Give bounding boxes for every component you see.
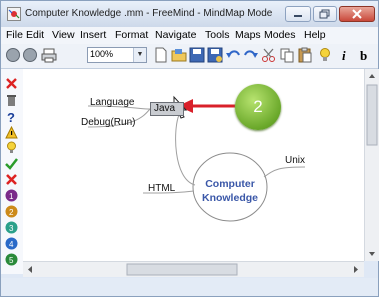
save-as-icon[interactable] (207, 47, 223, 63)
italic-icon[interactable]: i (337, 47, 353, 63)
next-map-icon[interactable] (22, 47, 38, 63)
idea-icon[interactable] (317, 47, 333, 63)
svg-text:b: b (360, 48, 367, 63)
remove-icon[interactable] (5, 77, 18, 90)
svg-text:3: 3 (9, 224, 14, 233)
close-button[interactable] (339, 6, 375, 22)
menu-edit[interactable]: Edit (26, 29, 44, 41)
bold-icon[interactable]: b (357, 47, 373, 63)
scroll-left-arrow-icon (28, 266, 32, 273)
checkmark-icon[interactable] (5, 157, 18, 170)
node-java-selected[interactable]: Java (150, 102, 184, 116)
menu-help[interactable]: Help (304, 29, 326, 41)
warning-icon[interactable] (5, 126, 18, 139)
scroll-right-arrow-icon (354, 266, 358, 273)
root-line-2: Knowledge (201, 192, 258, 204)
priority-4-icon[interactable]: 4 (5, 237, 18, 250)
toolbar: 100% ▼ i b (1, 44, 378, 69)
cut-icon[interactable] (261, 47, 277, 63)
minimize-icon (294, 15, 302, 17)
menu-tools[interactable]: Tools (205, 29, 230, 41)
new-icon[interactable] (153, 47, 169, 63)
vertical-scrollbar-parts (366, 74, 378, 256)
horizontal-scroll-thumb (126, 263, 238, 276)
root-line-1: Computer (205, 178, 255, 190)
chevron-down-icon[interactable]: ▼ (133, 48, 146, 62)
redo-icon[interactable] (243, 47, 259, 63)
idea-icon[interactable] (5, 141, 18, 154)
svg-text:?: ? (7, 110, 15, 123)
menu-bar: File Edit View Insert Format Navigate To… (1, 27, 378, 44)
step-badge: 2 (235, 84, 281, 130)
step-badge-number: 2 (253, 97, 263, 116)
freemind-window: Computer Knowledge .mm - FreeMind - Mind… (0, 0, 379, 297)
horizontal-scrollbar[interactable] (23, 261, 364, 277)
priority-2-icon[interactable]: 2 (5, 205, 18, 218)
restore-icon (319, 9, 330, 19)
trash-icon[interactable] (5, 94, 18, 107)
open-icon[interactable] (171, 47, 187, 63)
close-icon (352, 9, 362, 19)
zoom-select[interactable]: 100% ▼ (87, 47, 147, 63)
freemind-app-icon (7, 7, 21, 21)
question-icon[interactable]: ? (5, 110, 18, 123)
cross-icon[interactable] (5, 173, 18, 186)
svg-text:1: 1 (9, 192, 14, 201)
priority-1-icon[interactable]: 1 (5, 189, 18, 202)
maximize-button[interactable] (313, 6, 337, 22)
title-bar: Computer Knowledge .mm - FreeMind - Mind… (1, 1, 378, 27)
scroll-up-arrow-icon (369, 74, 375, 78)
priority-5-icon[interactable]: 5 (5, 253, 18, 266)
status-bar (1, 278, 378, 296)
mindmap-edges (87, 95, 306, 222)
svg-text:2: 2 (9, 208, 14, 217)
edge-root-unix (263, 166, 306, 178)
print-icon[interactable] (41, 47, 57, 63)
priority-3-icon[interactable]: 3 (5, 221, 18, 234)
svg-text:5: 5 (9, 256, 14, 265)
node-unix[interactable]: Unix (285, 155, 305, 166)
copy-icon[interactable] (279, 47, 295, 63)
minimize-button[interactable] (285, 6, 311, 22)
save-icon[interactable] (189, 47, 205, 63)
mindmap-canvas[interactable]: Language Debug(Run) Java HTML Unix Compu… (23, 69, 364, 261)
undo-icon[interactable] (225, 47, 241, 63)
menu-insert[interactable]: Insert (80, 29, 106, 41)
icon-sidebar: ? 1 2 3 4 5 (1, 69, 24, 274)
vertical-scrollbar[interactable] (364, 69, 379, 261)
window-title: Computer Knowledge .mm - FreeMind - Mind… (25, 8, 273, 19)
menu-navigate[interactable]: Navigate (155, 29, 196, 41)
svg-text:i: i (342, 48, 346, 63)
vertical-scroll-thumb (366, 84, 378, 146)
node-debug-run[interactable]: Debug(Run) (81, 117, 135, 128)
previous-map-icon[interactable] (5, 47, 21, 63)
edge-root-java (175, 114, 196, 186)
node-java-label: Java (154, 103, 176, 114)
node-root[interactable]: Computer Knowledge (194, 177, 266, 205)
zoom-value: 100% (90, 49, 114, 59)
menu-maps[interactable]: Maps (235, 29, 261, 41)
paste-icon[interactable] (297, 47, 313, 63)
menu-view[interactable]: View (52, 29, 75, 41)
svg-text:4: 4 (9, 240, 14, 249)
menu-file[interactable]: File (6, 29, 23, 41)
horizontal-scrollbar-parts (28, 263, 358, 276)
scroll-down-arrow-icon (369, 252, 375, 256)
menu-modes[interactable]: Modes (264, 29, 296, 41)
node-html[interactable]: HTML (148, 183, 175, 194)
menu-format[interactable]: Format (115, 29, 148, 41)
node-language[interactable]: Language (90, 97, 135, 108)
